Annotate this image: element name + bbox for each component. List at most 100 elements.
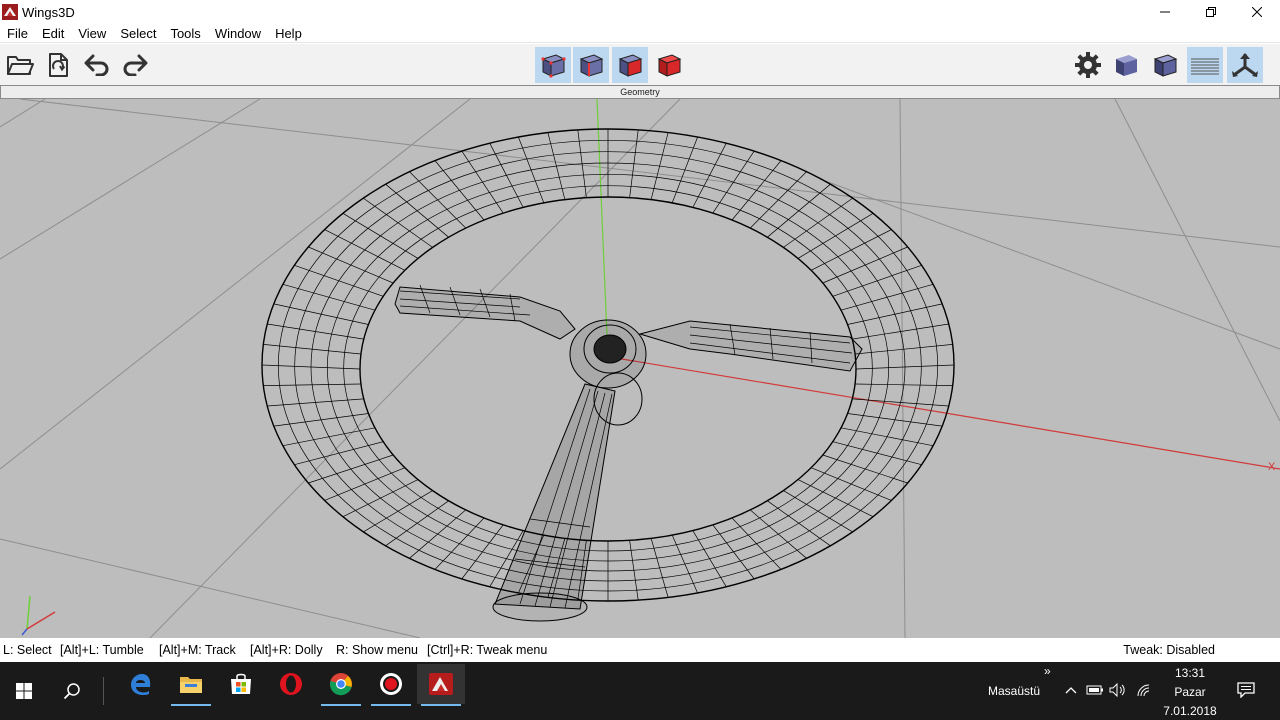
hint-tumble: [Alt]+L: Tumble: [60, 643, 144, 657]
file-explorer-icon[interactable]: [167, 664, 215, 706]
import-icon[interactable]: [40, 47, 76, 83]
rim-segment: [712, 524, 755, 580]
rim-segment: [294, 264, 384, 297]
geometry-viewport[interactable]: X: [0, 99, 1280, 638]
rim-segment: [461, 524, 504, 580]
show-hidden-icon[interactable]: [1062, 682, 1080, 698]
rim-segment: [810, 467, 892, 501]
taskbar-clock[interactable]: 13:31 Pazar 7.01.2018: [1158, 664, 1222, 720]
rim-segment: [810, 229, 892, 271]
close-icon[interactable]: [1234, 0, 1280, 24]
hint-show-menu: R: Show menu: [336, 643, 418, 657]
rim-segment: [671, 136, 698, 204]
start-button[interactable]: [0, 662, 48, 720]
taskbar-divider: [103, 677, 104, 705]
hint-tweak-menu: [Ctrl]+R: Tweak menu: [427, 643, 548, 657]
rim-segment: [461, 150, 504, 214]
viewport-canvas[interactable]: X: [0, 99, 1280, 638]
rim-segment: [822, 246, 908, 284]
rim-segment: [797, 212, 874, 259]
rim-segment: [409, 509, 467, 559]
rim-segment: [832, 264, 922, 297]
menu-select[interactable]: Select: [113, 24, 163, 43]
clock-date: 7.01.2018: [1163, 704, 1217, 718]
rim-segment: [263, 344, 361, 355]
wings3d-app-icon: [2, 4, 18, 20]
rim-segment: [434, 160, 485, 221]
rim-segment: [671, 534, 698, 594]
rim-segment: [692, 530, 727, 587]
rim-segment: [855, 344, 953, 355]
rim-segment: [767, 183, 831, 238]
clock-time: 13:31: [1174, 666, 1206, 680]
network-icon[interactable]: [1134, 682, 1154, 698]
rim-segment: [282, 427, 376, 447]
steering-wheel-mesh[interactable]: [261, 128, 955, 622]
restore-icon[interactable]: [1188, 0, 1234, 24]
title-bar: Wings3D: [0, 0, 1280, 24]
rim-segment: [342, 479, 419, 518]
action-center-icon[interactable]: [1232, 678, 1260, 702]
rim-segment: [847, 303, 943, 325]
rim-segment: [822, 454, 908, 484]
rim-segment: [840, 427, 934, 447]
menu-bar: File Edit View Select Tools Window Help: [0, 24, 1280, 43]
volume-icon[interactable]: [1108, 682, 1128, 698]
tweak-status: Tweak: Disabled: [1123, 643, 1215, 657]
ground-plane-icon[interactable]: [1187, 47, 1223, 83]
rim-segment: [282, 283, 376, 311]
menu-view[interactable]: View: [71, 24, 113, 43]
menu-help[interactable]: Help: [268, 24, 309, 43]
face-mode-icon[interactable]: [612, 47, 648, 83]
menu-edit[interactable]: Edit: [35, 24, 71, 43]
rim-segment: [434, 517, 485, 570]
clock-day: Pazar: [1174, 685, 1206, 699]
rim-segment: [712, 150, 755, 214]
minimize-icon[interactable]: [1142, 0, 1188, 24]
rim-segment: [692, 143, 727, 208]
recorder-icon[interactable]: [367, 664, 415, 706]
hint-select: L: Select: [3, 643, 52, 657]
search-icon[interactable]: [48, 662, 96, 720]
menu-tools[interactable]: Tools: [163, 24, 207, 43]
toolbar: [0, 44, 1280, 85]
rim-segment: [731, 517, 782, 570]
wings3d-window: Wings3D File Edit View Select Tools Wind…: [0, 0, 1280, 720]
wings3d-icon[interactable]: [417, 664, 465, 706]
desktop-toolbar-label[interactable]: Masaüstü: [988, 684, 1040, 698]
edge-icon[interactable]: [117, 664, 165, 704]
undo-icon[interactable]: [79, 47, 115, 83]
chrome-icon[interactable]: [317, 664, 365, 706]
opera-icon[interactable]: [267, 664, 315, 704]
menu-window[interactable]: Window: [208, 24, 268, 43]
menu-file[interactable]: File: [0, 24, 35, 43]
settings-gear-icon[interactable]: [1070, 47, 1106, 83]
redo-icon[interactable]: [117, 47, 153, 83]
smooth-shade-icon[interactable]: [1108, 47, 1144, 83]
status-bar: L: Select [Alt]+L: Tumble [Alt]+M: Track…: [0, 638, 1280, 662]
x-axis-line: [609, 356, 1280, 470]
geometry-window-title[interactable]: Geometry: [0, 85, 1280, 99]
rim-segment: [840, 283, 934, 311]
rim-segment: [385, 500, 449, 547]
rim-segment: [731, 160, 782, 221]
wireframe-shade-icon[interactable]: [1147, 47, 1183, 83]
x-axis-label: X: [1268, 461, 1276, 473]
vertex-mode-icon[interactable]: [535, 47, 571, 83]
windows-taskbar: » Masaüstü 13:31 Pazar 7.01.2018: [0, 662, 1280, 720]
open-folder-icon[interactable]: [2, 47, 38, 83]
edge-mode-icon[interactable]: [573, 47, 609, 83]
rim-segment: [324, 229, 406, 271]
rim-segment: [342, 212, 419, 259]
rim-segment: [749, 509, 807, 559]
store-icon[interactable]: [217, 664, 265, 704]
rim-segment: [324, 467, 406, 501]
object-mode-icon[interactable]: [651, 47, 687, 83]
rim-segment: [308, 246, 394, 284]
battery-icon[interactable]: [1085, 682, 1105, 698]
tray-expand-icon[interactable]: »: [1044, 664, 1051, 678]
axes-toggle-icon[interactable]: [1227, 47, 1263, 83]
rim-segment: [767, 500, 831, 547]
wings3d-running-indicator: [421, 704, 461, 706]
rim-segment: [797, 479, 874, 518]
